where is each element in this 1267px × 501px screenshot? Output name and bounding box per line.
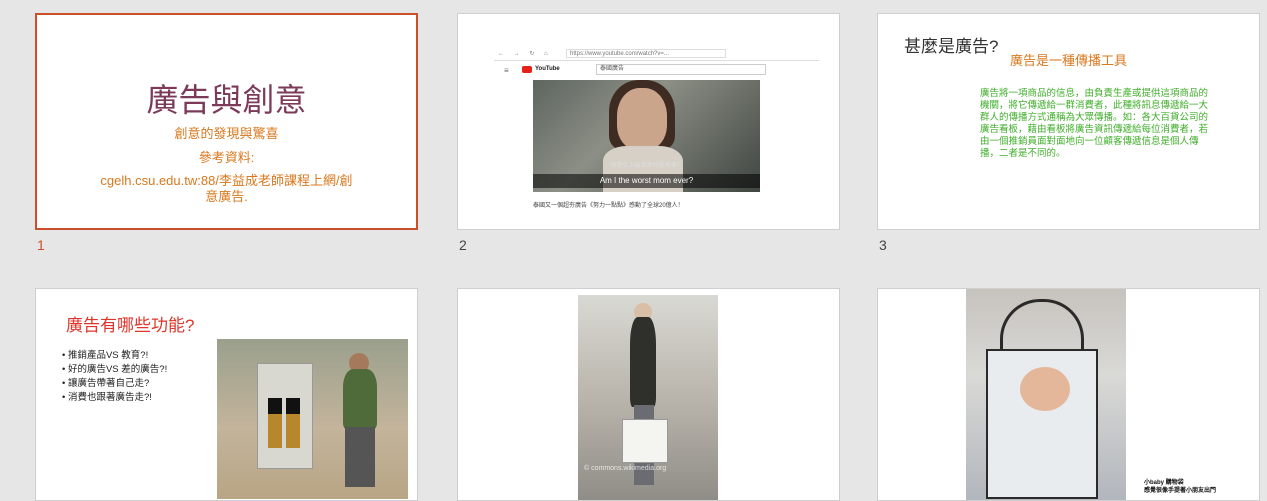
video-frame: 我是史上最差勁的媽媽嗎？ Am I the worst mom ever?	[533, 80, 760, 192]
woman-coat	[630, 317, 656, 407]
reference-label: 參考資料:	[198, 150, 255, 165]
slide-number: 1	[37, 237, 45, 253]
slide-subtitle: 創意的發現與驚喜	[174, 126, 279, 141]
reference-link: cgelh.csu.edu.tw:88/李益成老師課程上網/創意廣告.	[100, 173, 353, 204]
slide-6-canvas[interactable]: 小baby 購物袋 感覺很像手提著小朋友出門	[877, 288, 1260, 501]
youtube-label: YouTube	[535, 66, 560, 72]
bullet-item: 讓廣告帶著自己走?	[62, 377, 167, 391]
youtube-logo-icon	[522, 66, 532, 73]
woman-face	[617, 88, 667, 150]
slide-2-canvas[interactable]: ← → ↻ ⌂ https://www.youtube.com/watch?v=…	[457, 13, 840, 230]
youtube-header: ≡ YouTube 泰國廣告	[494, 62, 819, 78]
baby-bag-photo	[966, 289, 1126, 500]
shopping-bag-photo: © commons.wikimedia.org	[578, 295, 718, 500]
bullet-item: 好的廣告VS 差的廣告?!	[62, 363, 167, 377]
browser-toolbar: ← → ↻ ⌂ https://www.youtube.com/watch?v=…	[494, 47, 819, 61]
youtube-search: 泰國廣告	[596, 64, 766, 75]
menu-icon: ≡	[504, 66, 509, 75]
utility-box	[257, 363, 313, 469]
video-subtitle-english: Am I the worst mom ever?	[533, 174, 760, 188]
man-torso	[343, 369, 377, 429]
battery-icon	[286, 398, 300, 448]
bullet-list: 推銷產品VS 教育?! 好的廣告VS 差的廣告?! 讓廣告帶著自己走? 消費也跟…	[62, 349, 167, 405]
slide-number: 3	[879, 237, 887, 253]
slide-number: 2	[459, 237, 467, 253]
photo-watermark: © commons.wikimedia.org	[584, 465, 667, 472]
baby-face	[1020, 367, 1070, 411]
slide-title: 廣告有哪些功能?	[66, 316, 195, 335]
battery-ad-photo	[217, 339, 408, 499]
slide-body: 廣告將一項商品的信息，由負責生產或提供這項商品的機關，將它傳遞給一群消費者，此種…	[980, 88, 1209, 159]
man-legs	[345, 427, 375, 487]
video-caption: 泰國又一個超夯廣告《努力一點點》感動了全球20億人！	[533, 203, 684, 209]
video-subtitle-chinese: 我是史上最差勁的媽媽嗎？	[610, 163, 683, 169]
slide-1-canvas[interactable]: 廣告與創意 創意的發現與驚喜 參考資料: cgelh.csu.edu.tw:88…	[35, 13, 418, 230]
shopping-bag	[622, 419, 668, 463]
bullet-item: 消費也跟著廣告走?!	[62, 391, 167, 405]
browser-nav-icons: ← → ↻ ⌂	[498, 51, 552, 57]
bullet-item: 推銷產品VS 教育?!	[62, 349, 167, 363]
battery-icon	[268, 398, 282, 448]
slide-4-canvas[interactable]: 廣告有哪些功能? 推銷產品VS 教育?! 好的廣告VS 差的廣告?! 讓廣告帶著…	[35, 288, 418, 501]
slide-title: 廣告與創意	[146, 81, 307, 119]
browser-url: https://www.youtube.com/watch?v=...	[566, 49, 726, 58]
photo-caption-text: 感覺很像手提著小朋友出門	[1144, 488, 1217, 494]
slide-subtitle: 廣告是一種傳播工具	[1009, 53, 1127, 68]
slide-3-canvas[interactable]: 甚麼是廣告? 廣告是一種傳播工具 廣告將一項商品的信息，由負責生產或提供這項商品…	[877, 13, 1260, 230]
slide-5-canvas[interactable]: © commons.wikimedia.org	[457, 288, 840, 501]
